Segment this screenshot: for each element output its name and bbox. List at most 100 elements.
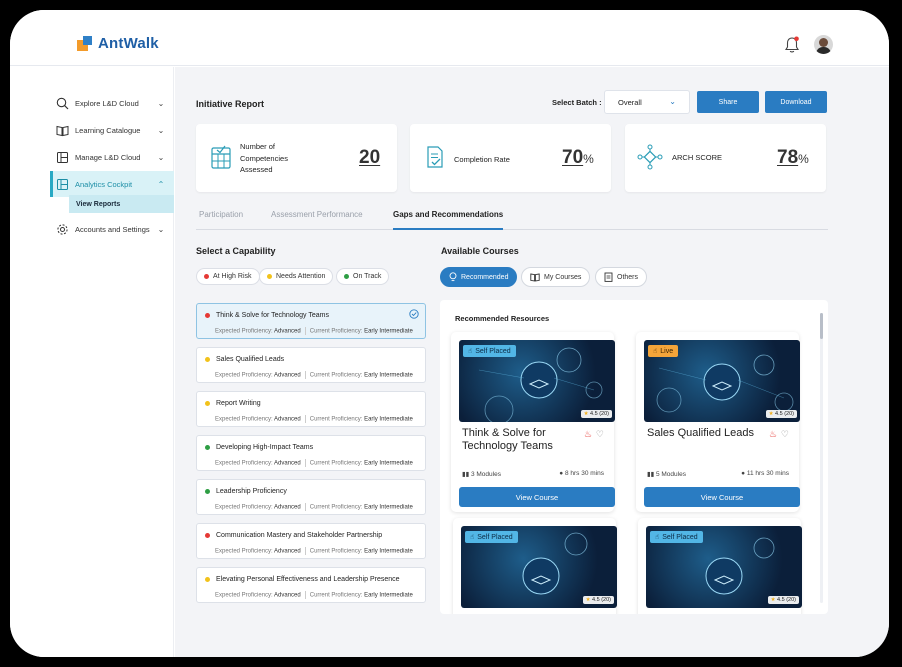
view-course-button[interactable]: View Course xyxy=(644,487,800,507)
badge-self-placed: ☝ Self Placed xyxy=(650,531,703,543)
sidebar-item-label: Accounts and Settings xyxy=(75,224,150,234)
capability-item[interactable]: Communication Mastery and Stakeholder Pa… xyxy=(196,523,426,559)
chevron-down-icon: ⌄ xyxy=(157,125,165,135)
batch-select[interactable]: Overall ⌄ xyxy=(604,90,690,114)
logo-mark-icon xyxy=(77,36,92,51)
sidebar-item-label: Learning Catalogue xyxy=(75,125,141,135)
sidebar-item-learning-catalogue[interactable]: Learning Catalogue ⌄ xyxy=(50,117,174,143)
flame-icon: ♨ xyxy=(768,429,777,439)
book-icon xyxy=(56,125,69,136)
filter-at-high-risk[interactable]: At High Risk xyxy=(196,268,260,285)
hand-icon: ☝ xyxy=(653,348,658,355)
course-thumbnail: ☝ Self Placed ★ 4.5 (20) xyxy=(461,526,617,608)
capability-item[interactable]: Leadership Proficiency Expected Proficie… xyxy=(196,479,426,515)
brand-name: AntWalk xyxy=(98,35,159,52)
flame-icon: ♨ xyxy=(583,429,592,439)
search-icon xyxy=(56,97,69,109)
hand-icon: ☝ xyxy=(470,534,475,541)
antwalk-logo[interactable]: AntWalk xyxy=(77,35,159,52)
status-dot xyxy=(205,445,210,450)
heart-icon[interactable]: ♡ xyxy=(596,429,604,440)
stat-card-arch-score: ARCH SCORE 78% xyxy=(625,124,826,192)
sidebar-item-label: Analytics Cockpit xyxy=(75,179,133,189)
capability-item[interactable]: Elevating Personal Effectiveness and Lea… xyxy=(196,567,426,603)
share-button[interactable]: Share xyxy=(697,91,759,113)
rating-badge: ★ 4.5 (20) xyxy=(582,596,614,604)
status-dot xyxy=(205,401,210,406)
tab-gaps-recommendations[interactable]: Gaps and Recommendations xyxy=(393,210,504,230)
duration: ● 11 hrs 30 mins xyxy=(741,470,789,477)
clipboard-icon xyxy=(604,272,613,282)
star-icon: ★ xyxy=(583,411,589,417)
rating-badge: ★ 4.5 (20) xyxy=(580,410,612,418)
chevron-up-icon: ⌃ xyxy=(157,179,165,189)
scrollbar-thumb[interactable] xyxy=(820,313,823,339)
tab-others[interactable]: Others xyxy=(595,267,648,287)
chevron-down-icon: ⌄ xyxy=(157,224,165,234)
sidebar-subitem-view-reports[interactable]: View Reports xyxy=(69,195,174,213)
stat-value: 78% xyxy=(777,147,809,168)
course-card[interactable]: ☝ Self Placed ★ 4.5 (20) Think & Solve fo… xyxy=(451,332,615,512)
status-dot xyxy=(205,313,210,318)
filter-on-track[interactable]: On Track xyxy=(336,268,390,285)
course-title: Sales Qualified Leads xyxy=(647,427,755,439)
sidebar-item-analytics-cockpit[interactable]: Analytics Cockpit ⌃ xyxy=(50,171,174,197)
tab-assessment-performance[interactable]: Assessment Performance xyxy=(271,210,363,230)
sidebar-item-accounts[interactable]: Accounts and Settings ⌄ xyxy=(50,216,174,242)
sidebar-item-explore[interactable]: Explore L&D Cloud ⌄ xyxy=(50,90,174,116)
user-avatar[interactable] xyxy=(814,35,833,54)
stat-label: Number of Competencies Assessed xyxy=(240,142,288,174)
chevron-down-icon: ⌄ xyxy=(669,97,676,106)
book-icon: ▮▮ xyxy=(462,471,470,478)
scrollbar[interactable] xyxy=(820,313,823,603)
course-thumbnail: ☝ Self Placed ★ 4.5 (20) xyxy=(646,526,802,608)
chevron-down-icon: ⌄ xyxy=(157,152,165,162)
heart-icon[interactable]: ♡ xyxy=(781,429,789,440)
course-card[interactable]: ☝ Self Placed ★ 4.5 (20) xyxy=(638,518,802,614)
badge-self-placed: ☝ Self Placed xyxy=(465,531,518,543)
status-dot xyxy=(205,533,210,538)
capability-item[interactable]: Report Writing Expected Proficiency: Adv… xyxy=(196,391,426,427)
stat-label: Completion Rate xyxy=(454,155,510,164)
view-course-button[interactable]: View Course xyxy=(459,487,615,507)
tab-recommended[interactable]: Recommended xyxy=(440,267,518,287)
report-tabs: Participation Assessment Performance Gap… xyxy=(196,210,828,230)
app-screen: AntWalk Explore L&D Cloud ⌄ Learning Cat… xyxy=(10,10,889,657)
course-thumbnail: ☝ Live ★ 4.5 (20) xyxy=(644,340,800,422)
course-title: Think & Solve for Technology Teams xyxy=(462,427,553,452)
check-circle-icon xyxy=(409,309,419,319)
tab-participation[interactable]: Participation xyxy=(199,210,243,230)
course-card[interactable]: ☝ Live ★ 4.5 (20) Sales Qualified Leads ♨… xyxy=(636,332,800,512)
course-thumbnail: ☝ Self Placed ★ 4.5 (20) xyxy=(459,340,615,422)
device-frame: AntWalk Explore L&D Cloud ⌄ Learning Cat… xyxy=(0,0,902,667)
book-icon xyxy=(530,272,540,282)
filter-needs-attention[interactable]: Needs Attention xyxy=(259,268,334,285)
badge-self-placed: ☝ Self Placed xyxy=(463,345,516,357)
top-bar: AntWalk xyxy=(10,10,889,66)
batch-label: Select Batch : xyxy=(552,98,602,107)
capability-item[interactable]: Think & Solve for Technology Teams Expec… xyxy=(196,303,426,339)
notification-bell-icon[interactable] xyxy=(784,36,800,54)
clock-icon: ● xyxy=(559,470,564,477)
download-button[interactable]: Download xyxy=(765,91,827,113)
capability-item[interactable]: Developing High-Impact Teams Expected Pr… xyxy=(196,435,426,471)
batch-select-value: Overall xyxy=(618,97,642,107)
layout-icon xyxy=(57,151,68,163)
sidebar-item-label: Manage L&D Cloud xyxy=(75,152,141,162)
star-icon: ★ xyxy=(770,597,776,603)
sidebar-item-label: Explore L&D Cloud xyxy=(75,98,139,108)
network-hub-icon xyxy=(637,144,663,170)
stat-card-competencies: Number of Competencies Assessed 20 xyxy=(196,124,397,192)
tab-my-courses[interactable]: My Courses xyxy=(521,267,591,287)
sidebar: Explore L&D Cloud ⌄ Learning Catalogue ⌄… xyxy=(10,67,174,657)
sidebar-item-manage[interactable]: Manage L&D Cloud ⌄ xyxy=(50,144,174,170)
star-icon: ★ xyxy=(585,597,591,603)
status-dot xyxy=(205,357,210,362)
capability-section-title: Select a Capability xyxy=(196,246,276,256)
capability-item[interactable]: Sales Qualified Leads Expected Proficien… xyxy=(196,347,426,383)
course-card[interactable]: ☝ Self Placed ★ 4.5 (20) xyxy=(453,518,617,614)
layout-icon xyxy=(57,178,68,190)
stat-value: 70% xyxy=(562,147,594,168)
recommended-resources-panel: Recommended Resources ☝ Self Placed ★ 4.5… xyxy=(440,300,828,614)
modules-count: ▮▮ 5 Modules xyxy=(647,471,686,478)
